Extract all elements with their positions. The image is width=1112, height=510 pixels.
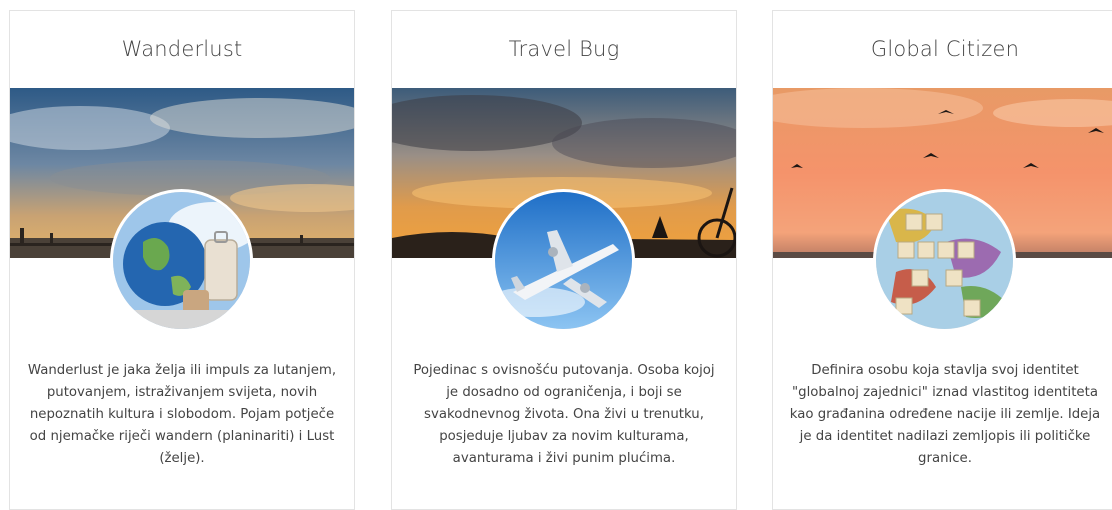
map-scrabble-tiles-image bbox=[873, 189, 1016, 332]
card-global-citizen: Global Citizen Definira osobu koja stavl… bbox=[772, 10, 1112, 510]
globe-luggage-image bbox=[110, 189, 253, 332]
card-title: Wanderlust bbox=[121, 37, 243, 61]
card-description: Pojedinac s ovisnošću putovanja. Osoba k… bbox=[413, 363, 715, 466]
card-travel-bug: Travel Bug Pojedinac s ovisnošću putovan… bbox=[391, 10, 737, 510]
card-title: Global Citizen bbox=[870, 37, 1020, 61]
card-description: Definira osobu koja stavlja svoj identit… bbox=[789, 363, 1101, 466]
card-description: Wanderlust je jaka želja ili impuls za l… bbox=[27, 363, 337, 466]
card-title: Travel Bug bbox=[508, 37, 620, 61]
card-wanderlust: Wanderlust Wanderlust je jaka želja ili … bbox=[9, 10, 355, 510]
airplane-image bbox=[492, 189, 635, 332]
